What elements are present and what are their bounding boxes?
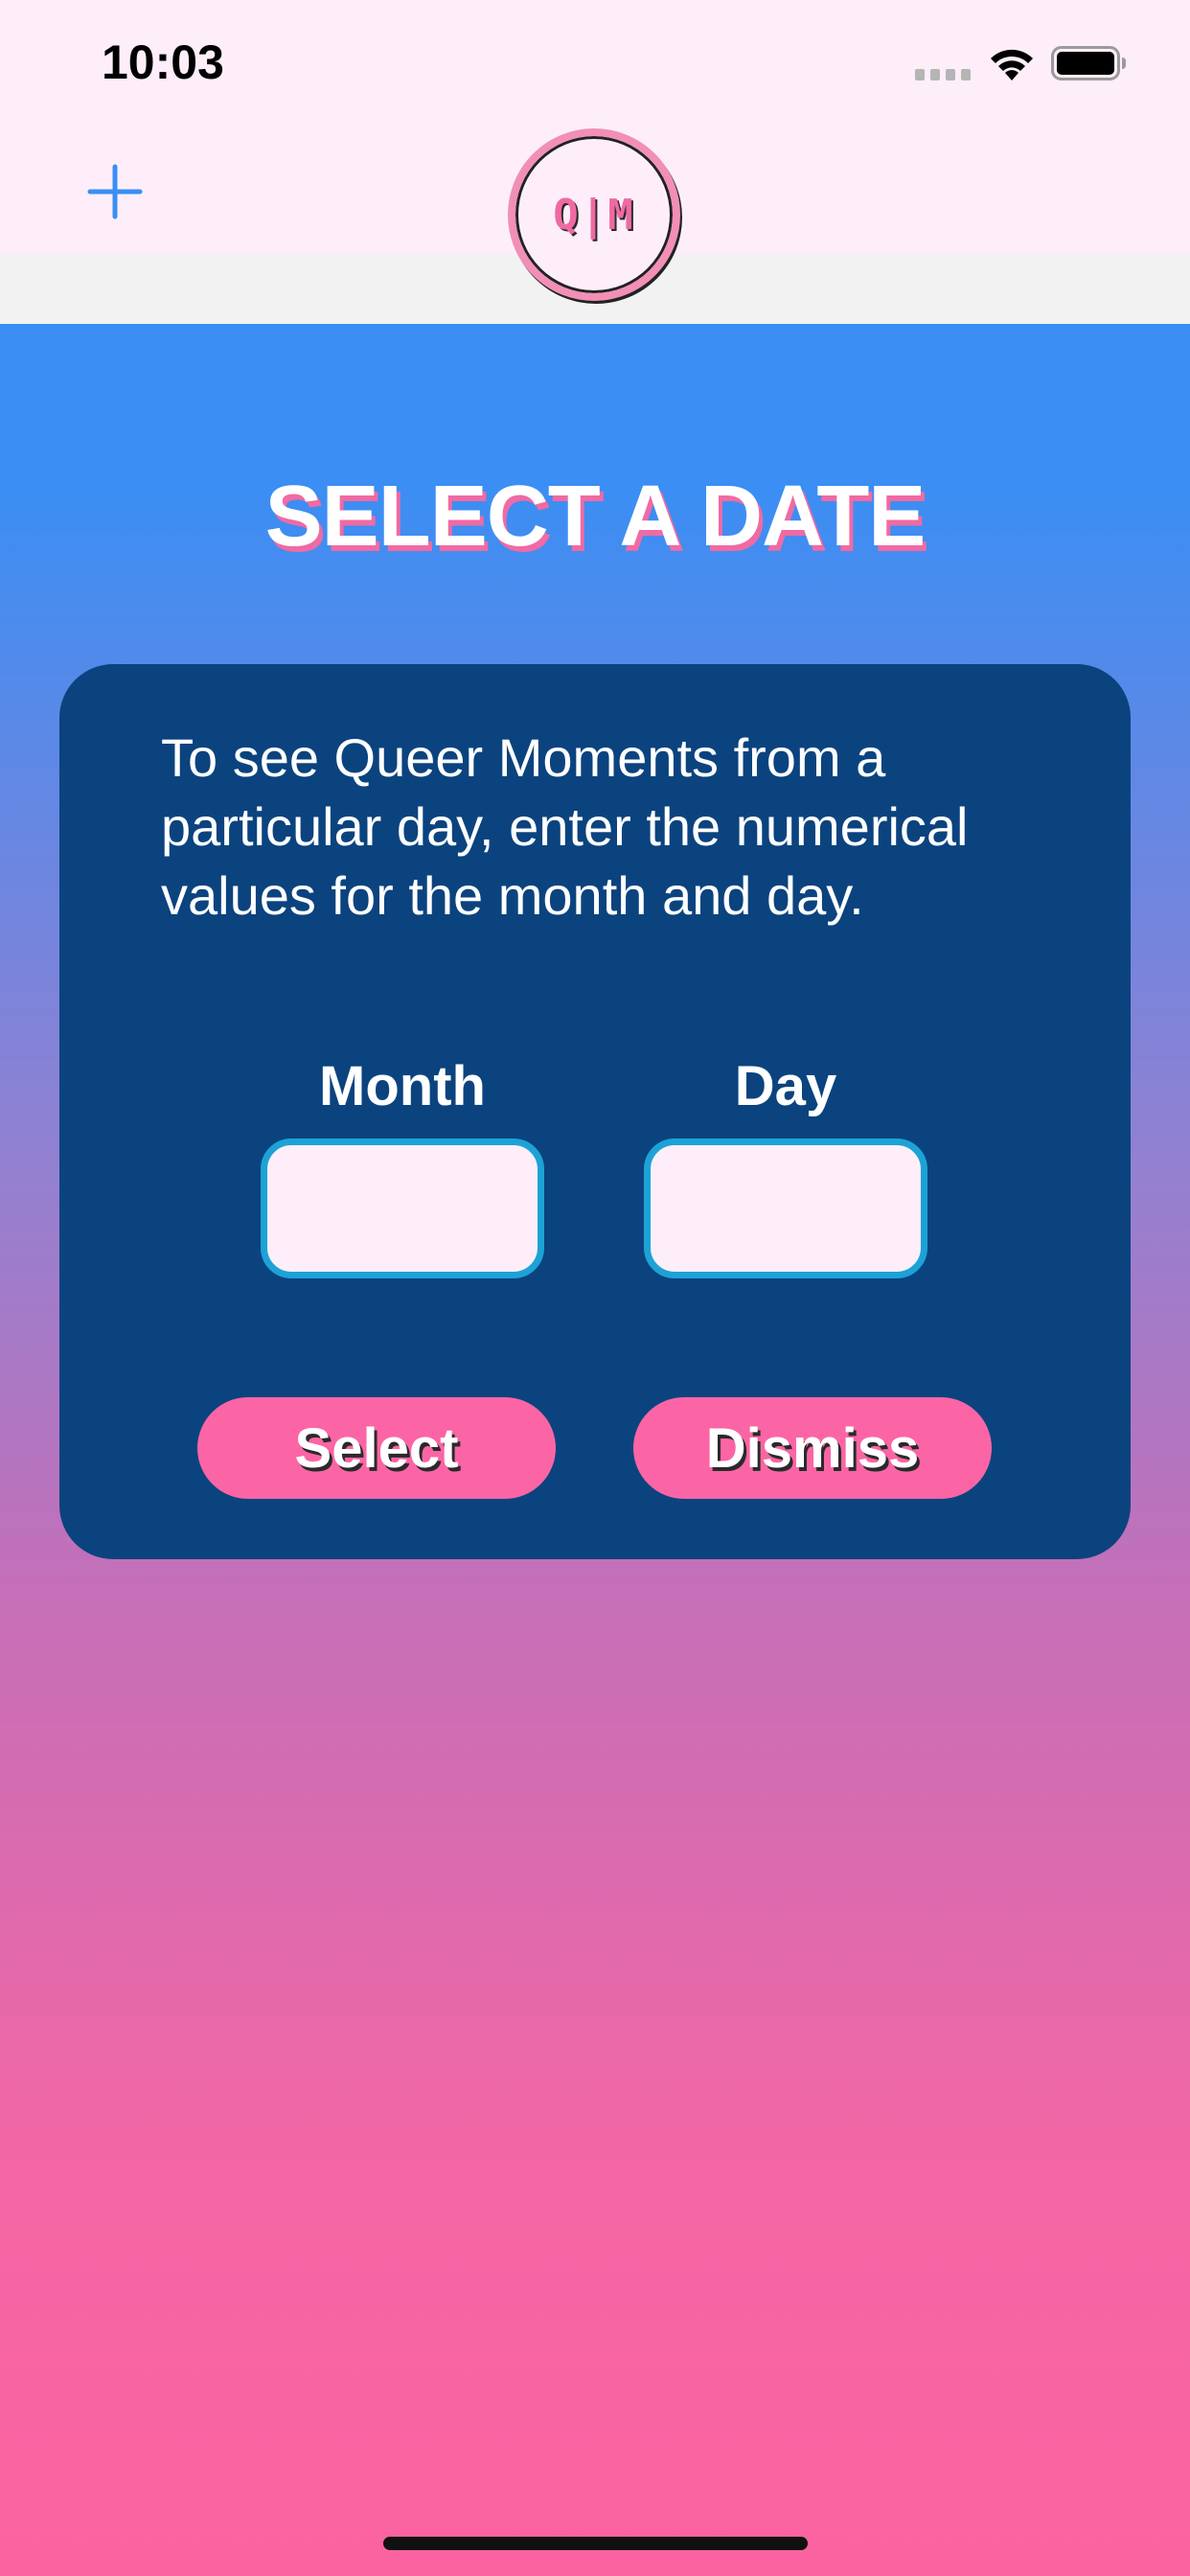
plus-icon[interactable]: [84, 161, 146, 222]
day-label: Day: [734, 1055, 837, 1117]
month-input[interactable]: [261, 1138, 544, 1278]
wifi-icon: [991, 49, 1033, 80]
app-logo: Q|M: [508, 128, 680, 301]
select-button[interactable]: Select: [197, 1397, 556, 1499]
dismiss-button[interactable]: Dismiss: [633, 1397, 992, 1499]
home-indicator[interactable]: [383, 2537, 808, 2550]
day-input[interactable]: [644, 1138, 927, 1278]
battery-icon: [1051, 46, 1126, 80]
month-label: Month: [319, 1055, 486, 1117]
status-time: 10:03: [102, 35, 224, 89]
status-bar: 10:03: [0, 0, 1190, 125]
logo-text: Q|M: [553, 190, 635, 240]
cellular-signal-icon: [915, 69, 971, 80]
page-title: SELECT A DATE: [264, 469, 927, 564]
instructions-text: To see Queer Moments from a particular d…: [161, 727, 969, 926]
